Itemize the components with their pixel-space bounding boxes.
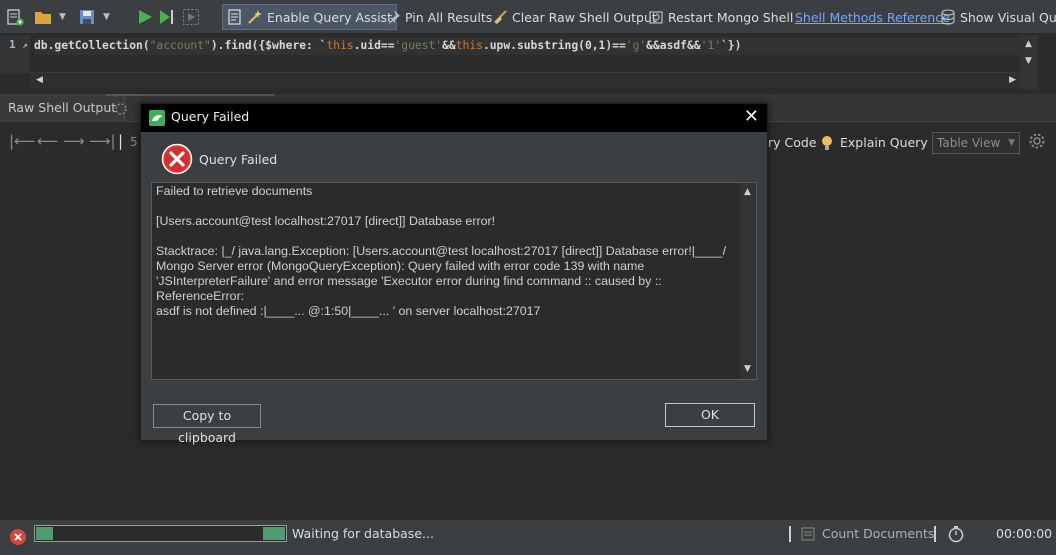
scroll-left-icon[interactable]: ◀ xyxy=(36,75,43,85)
pin-icon xyxy=(388,10,400,25)
shell-methods-reference-link[interactable]: Shell Methods Reference xyxy=(795,4,950,30)
show-visual-query-label: Show Visual Que xyxy=(960,9,1056,25)
toolbar: ▼ ▼ Enable Query Assist Pin All Results … xyxy=(0,0,1056,34)
ok-button[interactable]: OK xyxy=(665,403,755,427)
query-failed-dialog: Query Failed ✕ Query Failed Failed to re… xyxy=(140,103,768,445)
progress-fill-right xyxy=(263,527,285,540)
restart-mongo-shell-label: Restart Mongo Shell xyxy=(668,9,794,25)
code-token: "account" xyxy=(149,39,211,52)
clear-raw-shell-output-button[interactable]: Clear Raw Shell Output xyxy=(492,4,657,30)
error-icon xyxy=(161,143,193,175)
error-message-area[interactable]: Failed to retrieve documents [Users.acco… xyxy=(151,182,757,380)
stopwatch-icon xyxy=(948,526,964,543)
scroll-down-icon[interactable]: ▼ xyxy=(1025,56,1032,66)
loading-spinner-icon xyxy=(115,103,127,115)
restart-icon xyxy=(649,11,663,24)
code-token: &&asdf&& xyxy=(646,39,701,52)
code-token: '1' xyxy=(700,39,721,52)
elapsed-time: 00:00:00 xyxy=(996,526,1053,541)
open-folder-icon[interactable] xyxy=(34,8,52,26)
broom-icon xyxy=(494,10,507,24)
editor-vertical-scrollbar[interactable]: ▲ ▼ xyxy=(1020,35,1038,89)
dialog-title-bar[interactable]: Query Failed ✕ xyxy=(141,104,767,132)
count-documents-icon[interactable] xyxy=(801,527,815,541)
pin-all-results-button[interactable]: Pin All Results xyxy=(385,4,492,30)
status-separator xyxy=(934,526,936,542)
editor-horizontal-scrollbar[interactable]: ◀ ▶ xyxy=(30,72,1022,88)
lightbulb-icon xyxy=(822,136,832,150)
query-assist-icon xyxy=(228,9,241,25)
scroll-up-icon[interactable]: ▲ xyxy=(744,187,751,197)
scroll-down-icon[interactable]: ▼ xyxy=(744,364,751,374)
code-token: 'g' xyxy=(625,39,647,52)
status-bar: Waiting for database... Count Documents … xyxy=(0,519,1056,555)
show-visual-query-button[interactable]: Show Visual Que xyxy=(940,4,1056,30)
count-documents-button[interactable]: Count Documents xyxy=(822,526,934,541)
message-vertical-scrollbar[interactable]: ▲ ▼ xyxy=(740,183,756,379)
run-selection-icon[interactable] xyxy=(182,8,200,26)
explain-query-button[interactable]: Explain Query xyxy=(820,132,928,154)
query-editor[interactable]: 1 ↗ db.getCollection("account").find({$w… xyxy=(0,35,1038,89)
close-icon[interactable]: ✕ xyxy=(744,106,759,128)
line-number: 1 ↗ xyxy=(9,38,28,51)
line-gutter: 1 ↗ xyxy=(0,35,30,73)
status-separator xyxy=(789,526,791,542)
query-code-button[interactable]: ry Code xyxy=(768,132,817,154)
edit-marker-icon: ↗ xyxy=(22,41,28,51)
dialog-heading: Query Failed xyxy=(199,152,278,167)
error-message-text[interactable]: Failed to retrieve documents [Users.acco… xyxy=(156,184,736,319)
scroll-up-icon[interactable]: ▲ xyxy=(1025,39,1032,49)
code-token: .upw.substring(0,1)== xyxy=(482,39,626,52)
table-view-select[interactable]: Table View ▼ xyxy=(932,132,1020,154)
code-line[interactable]: db.getCollection("account").find({$where… xyxy=(34,37,1034,55)
nav-separator: | xyxy=(118,132,124,150)
save-dropdown-caret-icon[interactable]: ▼ xyxy=(103,12,110,22)
copy-to-clipboard-button[interactable]: Copy to clipboard xyxy=(153,404,261,445)
database-icon xyxy=(941,9,955,25)
last-page-icon[interactable]: ⟶| xyxy=(89,132,116,150)
enable-query-assist-button[interactable]: Enable Query Assist xyxy=(222,4,397,30)
scroll-right-icon[interactable]: ▶ xyxy=(1009,75,1016,85)
chevron-down-icon: ▼ xyxy=(1008,138,1015,148)
explain-query-label: Explain Query xyxy=(840,135,928,150)
code-token: 'guest' xyxy=(394,39,443,52)
clear-raw-shell-output-label: Clear Raw Shell Output xyxy=(512,9,657,25)
magic-wand-icon xyxy=(248,10,262,24)
page-size-field[interactable]: 5 xyxy=(130,135,138,149)
status-text: Waiting for database... xyxy=(292,526,434,541)
gear-icon[interactable] xyxy=(1028,132,1046,150)
code-token: `}) xyxy=(721,39,742,52)
progress-bar xyxy=(34,525,287,542)
first-page-icon[interactable]: |⟵ xyxy=(9,132,36,150)
enable-query-assist-label: Enable Query Assist xyxy=(267,9,392,25)
code-token: db.getCollection( xyxy=(34,39,150,52)
code-token: .uid== xyxy=(353,39,395,52)
code-token: && xyxy=(442,39,456,52)
open-dropdown-caret-icon[interactable]: ▼ xyxy=(59,12,66,22)
save-icon[interactable] xyxy=(78,8,96,26)
code-token: ).find({$where: ` xyxy=(210,39,327,52)
progress-fill-left xyxy=(36,527,53,540)
previous-page-icon[interactable]: ⟵ xyxy=(37,132,59,150)
code-token: this xyxy=(326,39,354,52)
pin-all-results-label: Pin All Results xyxy=(405,9,493,25)
next-page-icon[interactable]: ⟶ xyxy=(63,132,85,150)
table-view-value: Table View xyxy=(937,136,1001,150)
stop-icon[interactable] xyxy=(9,528,27,546)
run-icon[interactable] xyxy=(136,8,154,26)
new-document-icon[interactable] xyxy=(6,8,24,26)
run-line-icon[interactable] xyxy=(158,8,176,26)
dialog-title: Query Failed xyxy=(171,109,250,124)
restart-mongo-shell-button[interactable]: Restart Mongo Shell xyxy=(648,4,793,30)
code-token: this xyxy=(455,39,483,52)
app-logo-icon xyxy=(149,110,165,126)
